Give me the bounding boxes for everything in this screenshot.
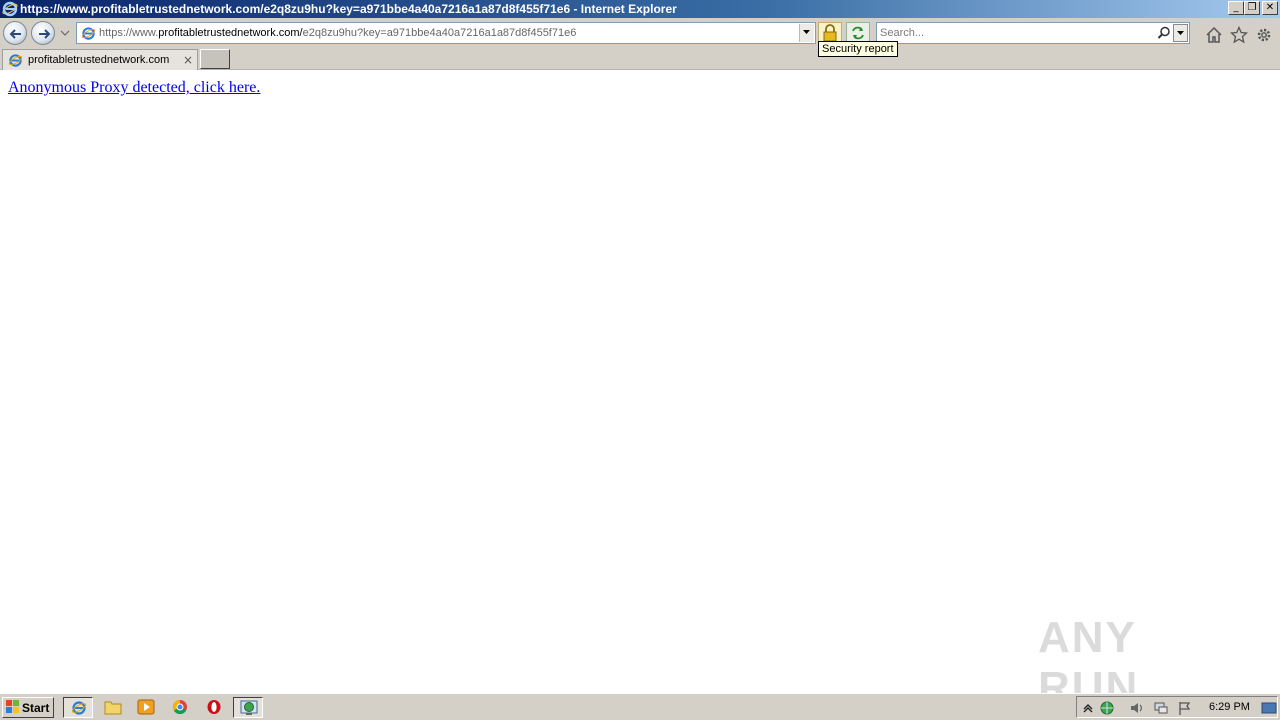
volume-icon[interactable]	[1129, 700, 1145, 716]
new-tab-button[interactable]	[200, 49, 230, 69]
internet-explorer-icon	[2, 1, 18, 17]
chevron-down-icon	[1177, 31, 1184, 35]
forward-arrow-icon	[39, 29, 51, 39]
star-icon[interactable]	[1230, 26, 1248, 44]
taskbar: Start 6:29 PM	[0, 693, 1280, 720]
tab-bar: profitabletrustednetwork.com ×	[0, 48, 1280, 70]
close-window-button[interactable]: ✕	[1262, 1, 1278, 15]
taskbar-clock[interactable]: 6:29 PM	[1209, 701, 1250, 713]
chevron-down-icon	[803, 30, 810, 34]
lock-icon	[823, 24, 837, 42]
address-bar[interactable]: https://www.profitabletrustednetwork.com…	[76, 22, 816, 44]
taskbar-file-explorer[interactable]	[98, 697, 128, 718]
anonymous-proxy-link[interactable]: Anonymous Proxy detected, click here.	[8, 79, 260, 97]
restore-button[interactable]: ❐	[1244, 1, 1260, 15]
opera-icon	[207, 700, 221, 714]
search-input[interactable]	[880, 25, 1150, 41]
refresh-icon	[852, 26, 864, 40]
minimize-button[interactable]: _	[1228, 1, 1244, 15]
system-tray: 6:29 PM	[1076, 696, 1278, 718]
address-dropdown-button[interactable]	[799, 24, 814, 42]
taskbar-internet-explorer[interactable]	[63, 697, 93, 718]
network-connection-icon[interactable]	[1153, 700, 1169, 716]
taskbar-media-player[interactable]	[131, 697, 161, 718]
home-icon[interactable]	[1205, 26, 1223, 44]
tab-label: profitabletrustednetwork.com	[28, 54, 170, 66]
window-title: https://www.profitabletrustednetwork.com…	[20, 2, 677, 16]
search-icon[interactable]	[1157, 26, 1171, 40]
taskbar-opera[interactable]	[199, 697, 229, 718]
internet-explorer-icon	[71, 701, 87, 715]
network-globe-icon[interactable]	[1099, 700, 1115, 716]
page-ie-icon	[81, 27, 96, 40]
taskbar-chrome[interactable]	[165, 697, 195, 718]
back-arrow-icon	[9, 29, 21, 39]
start-label: Start	[22, 701, 50, 715]
page-ie-icon	[8, 54, 23, 67]
start-button[interactable]: Start	[2, 697, 54, 718]
back-button[interactable]	[3, 21, 27, 45]
url-prefix: https://www.	[99, 27, 159, 39]
windows-logo-icon	[6, 700, 19, 713]
browser-window: https://www.profitabletrustednetwork.com…	[0, 0, 1280, 712]
show-desktop-icon[interactable]	[1261, 700, 1277, 716]
show-hidden-icons-icon[interactable]	[1080, 700, 1096, 716]
chrome-icon	[172, 699, 187, 715]
gear-icon[interactable]	[1255, 26, 1273, 44]
forward-button[interactable]	[31, 21, 55, 45]
search-dropdown-button[interactable]	[1173, 24, 1188, 42]
page-content: Anonymous Proxy detected, click here. AN…	[0, 71, 1280, 712]
url-domain: profitabletrustednetwork.com/	[158, 27, 303, 39]
recent-pages-dropdown-icon[interactable]	[60, 29, 70, 37]
anyrun-watermark: ANY RUN	[1038, 609, 1238, 712]
folder-icon	[104, 701, 122, 715]
address-url[interactable]: https://www.profitabletrustednetwork.com…	[99, 27, 576, 39]
security-report-tooltip: Security report	[818, 41, 898, 57]
taskbar-network-app[interactable]	[233, 697, 263, 718]
url-path: e2q8zu9hu?key=a971bbe4a40a7216a1a87d8f45…	[302, 27, 577, 39]
media-player-icon	[137, 699, 155, 715]
search-box[interactable]	[876, 22, 1190, 44]
close-tab-icon[interactable]: ×	[183, 53, 193, 67]
title-bar: https://www.profitabletrustednetwork.com…	[0, 0, 1280, 18]
action-center-flag-icon[interactable]	[1177, 700, 1193, 716]
globe-monitor-icon	[240, 700, 258, 715]
navigation-bar: https://www.profitabletrustednetwork.com…	[0, 18, 1280, 48]
tab-active[interactable]: profitabletrustednetwork.com ×	[2, 49, 198, 70]
